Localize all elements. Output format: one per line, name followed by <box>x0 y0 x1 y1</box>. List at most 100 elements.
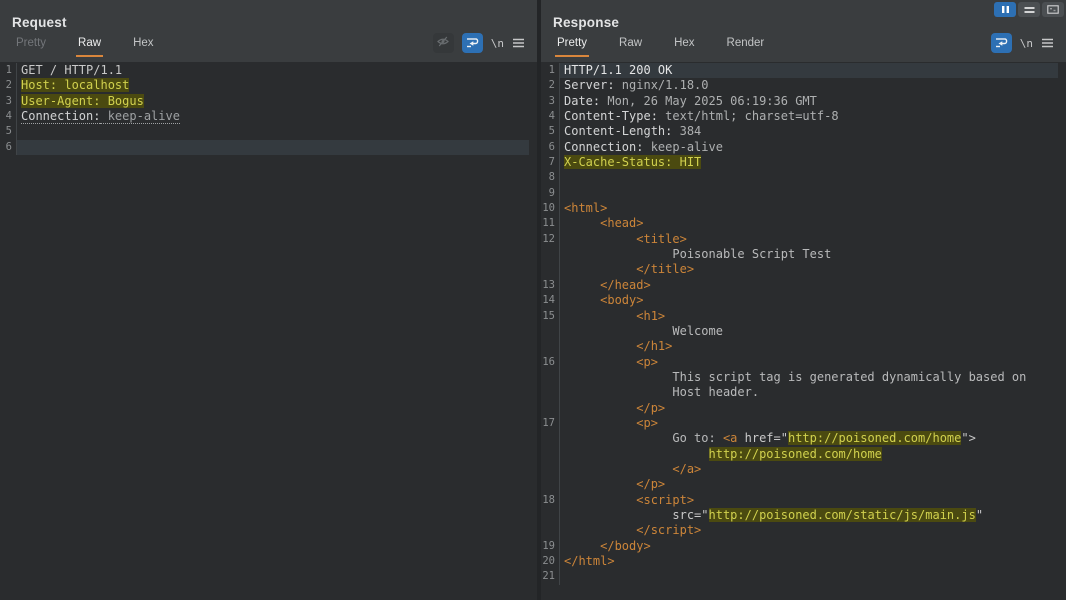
soft-wrap-toggle[interactable] <box>991 33 1012 53</box>
code-text: X-Cache-Status: HIT <box>560 155 1058 170</box>
code-line[interactable]: Host header. <box>541 385 1058 400</box>
code-line[interactable]: </p> <box>541 477 1058 492</box>
code-line[interactable]: 8 <box>541 170 1058 185</box>
line-number <box>541 447 560 462</box>
code-line[interactable]: 10<html> <box>541 201 1058 216</box>
code-line[interactable]: 11 <head> <box>541 216 1058 231</box>
hidden-characters-toggle[interactable] <box>433 33 454 53</box>
code-text: </body> <box>560 539 1058 554</box>
tab-render[interactable]: Render <box>725 37 767 57</box>
line-number: 21 <box>541 569 560 584</box>
newline-indicator[interactable]: \n <box>1020 37 1033 50</box>
code-line[interactable]: This script tag is generated dynamically… <box>541 370 1058 385</box>
code-line[interactable]: 21 <box>541 569 1058 584</box>
pause-icon <box>1001 2 1010 17</box>
code-text: This script tag is generated dynamically… <box>560 370 1058 385</box>
code-text: Go to: <a href="http://poisoned.com/home… <box>560 431 1058 446</box>
code-text <box>560 170 1058 185</box>
code-text: Connection: keep-alive <box>560 140 1058 155</box>
code-text: </a> <box>560 462 1058 477</box>
newline-indicator[interactable]: \n <box>491 37 504 50</box>
line-number <box>541 247 560 262</box>
code-line[interactable]: 12 <title> <box>541 232 1058 247</box>
line-number: 19 <box>541 539 560 554</box>
code-line[interactable]: 2Host: localhost <box>0 78 529 93</box>
line-number <box>541 523 560 538</box>
line-number: 4 <box>0 109 17 124</box>
code-line[interactable]: 3Date: Mon, 26 May 2025 06:19:36 GMT <box>541 94 1058 109</box>
response-editor-menu-button[interactable] <box>1041 36 1054 51</box>
request-toolbar: \n <box>433 33 525 57</box>
line-number <box>541 462 560 477</box>
request-editor-menu-button[interactable] <box>512 36 525 51</box>
code-line[interactable]: 19 </body> <box>541 539 1058 554</box>
word-wrap-icon <box>994 36 1008 51</box>
line-number: 18 <box>541 493 560 508</box>
line-number: 7 <box>541 155 560 170</box>
eye-slash-icon <box>436 35 450 51</box>
code-line[interactable]: 1GET / HTTP/1.1 <box>0 63 529 78</box>
line-number: 16 <box>541 355 560 370</box>
tab-pretty[interactable]: Pretty <box>14 37 48 57</box>
request-editor[interactable]: 1GET / HTTP/1.12Host: localhost3User-Age… <box>0 62 537 600</box>
response-header: Response Pretty Raw Hex Render <box>541 0 1066 62</box>
code-line[interactable]: http://poisoned.com/home <box>541 447 1058 462</box>
line-number: 2 <box>541 78 560 93</box>
code-line[interactable]: 5 <box>0 124 529 139</box>
code-line[interactable]: 6Connection: keep-alive <box>541 140 1058 155</box>
tab-raw[interactable]: Raw <box>617 37 644 57</box>
split-layout-button[interactable] <box>1018 2 1040 17</box>
code-line[interactable]: </script> <box>541 523 1058 538</box>
window-controls <box>994 2 1064 17</box>
code-line[interactable]: 1HTTP/1.1 200 OK <box>541 63 1058 78</box>
code-line[interactable]: </title> <box>541 262 1058 277</box>
line-number: 5 <box>541 124 560 139</box>
response-editor[interactable]: 1HTTP/1.1 200 OK2Server: nginx/1.18.03Da… <box>541 62 1066 600</box>
line-number: 6 <box>541 140 560 155</box>
code-line[interactable]: </p> <box>541 401 1058 416</box>
code-line[interactable]: 7X-Cache-Status: HIT <box>541 155 1058 170</box>
code-line[interactable]: 20</html> <box>541 554 1058 569</box>
code-line[interactable]: 5Content-Length: 384 <box>541 124 1058 139</box>
line-number: 3 <box>541 94 560 109</box>
code-line[interactable]: 4Content-Type: text/html; charset=utf-8 <box>541 109 1058 124</box>
line-number <box>541 370 560 385</box>
code-line[interactable]: 6 <box>0 140 529 155</box>
code-line[interactable]: src="http://poisoned.com/static/js/main.… <box>541 508 1058 523</box>
response-title: Response <box>541 0 1066 30</box>
code-line[interactable]: 15 <h1> <box>541 309 1058 324</box>
request-tab-row: Pretty Raw Hex <box>0 33 537 57</box>
hamburger-menu-icon <box>1041 36 1054 51</box>
code-line[interactable]: 18 <script> <box>541 493 1058 508</box>
tab-hex[interactable]: Hex <box>672 37 696 57</box>
code-line[interactable]: 2Server: nginx/1.18.0 <box>541 78 1058 93</box>
code-line[interactable]: </a> <box>541 462 1058 477</box>
line-number: 5 <box>0 124 17 139</box>
code-line[interactable]: 3User-Agent: Bogus <box>0 94 529 109</box>
code-text: GET / HTTP/1.1 <box>17 63 529 78</box>
response-toolbar: \n <box>991 33 1054 57</box>
word-wrap-icon <box>465 36 479 51</box>
line-number: 17 <box>541 416 560 431</box>
code-line[interactable]: 17 <p> <box>541 416 1058 431</box>
line-number: 14 <box>541 293 560 308</box>
pause-button[interactable] <box>994 2 1016 17</box>
code-line[interactable]: 14 <body> <box>541 293 1058 308</box>
soft-wrap-toggle[interactable] <box>462 33 483 53</box>
code-line[interactable]: 9 <box>541 186 1058 201</box>
code-line[interactable]: Poisonable Script Test <box>541 247 1058 262</box>
code-line[interactable]: 4Connection: keep-alive <box>0 109 529 124</box>
tab-raw[interactable]: Raw <box>76 37 103 57</box>
code-text: <body> <box>560 293 1058 308</box>
code-line[interactable]: </h1> <box>541 339 1058 354</box>
tab-pretty[interactable]: Pretty <box>555 37 589 57</box>
code-line[interactable]: 16 <p> <box>541 355 1058 370</box>
request-tabs: Pretty Raw Hex <box>14 33 156 57</box>
code-line[interactable]: Welcome <box>541 324 1058 339</box>
code-text: src="http://poisoned.com/static/js/main.… <box>560 508 1058 523</box>
code-line[interactable]: 13 </head> <box>541 278 1058 293</box>
tab-hex[interactable]: Hex <box>131 37 155 57</box>
float-window-button[interactable] <box>1042 2 1064 17</box>
code-line[interactable]: Go to: <a href="http://poisoned.com/home… <box>541 431 1058 446</box>
line-number: 12 <box>541 232 560 247</box>
